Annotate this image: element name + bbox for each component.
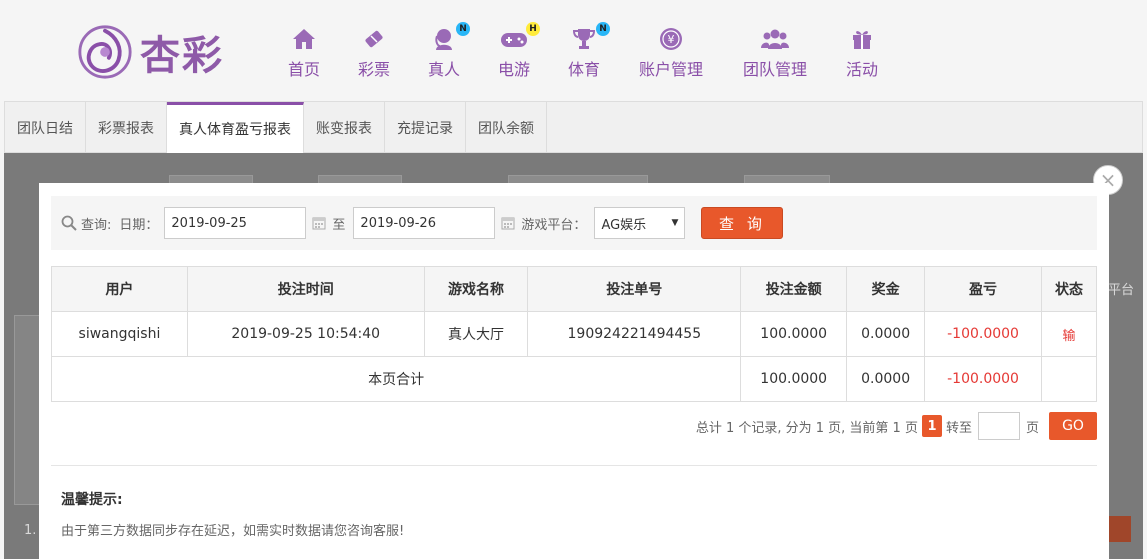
query-label: 查询:: [81, 217, 112, 233]
nav-live-casino[interactable]: N 真人: [410, 22, 478, 80]
tab-team-balance[interactable]: 团队余额: [466, 102, 547, 153]
nav-team[interactable]: 团队管理: [724, 26, 826, 80]
report-modal: 查询: 日期： 至 游戏平台： AG娱乐 ▼ 查 询 用户 投注时间 游戏名称 …: [39, 183, 1109, 559]
bet-records-table: 用户 投注时间 游戏名称 投注单号 投注金额 奖金 盈亏 状态 siwangqi…: [50, 266, 1097, 402]
col-header-bet-time: 投注时间: [186, 266, 425, 312]
divider: [51, 465, 1097, 466]
tab-team-daily[interactable]: 团队日结: [5, 102, 86, 153]
nav-account[interactable]: ¥ 账户管理: [618, 26, 724, 80]
calendar-icon[interactable]: [312, 216, 326, 230]
nav-home[interactable]: 首页: [270, 26, 338, 80]
total-status: [1041, 356, 1097, 402]
start-date-input[interactable]: [164, 207, 307, 239]
platform-select-value: AG娱乐: [601, 217, 647, 233]
current-page-button[interactable]: 1: [921, 415, 942, 437]
logo-emblem-icon: [78, 25, 132, 79]
page-unit-label: 页: [1025, 420, 1039, 436]
pagination: 总计 1 个记录, 分为 1 页, 当前第 1 页 1 转至 页 GO: [696, 412, 1097, 440]
dropdown-arrow-icon: ▼: [671, 218, 679, 228]
table-header-row: 用户 投注时间 游戏名称 投注单号 投注金额 奖金 盈亏 状态: [51, 266, 1097, 312]
bg-go-button: [1109, 516, 1131, 542]
query-button[interactable]: 查 询: [701, 207, 784, 239]
cell-bet-no: 190924221494455: [527, 311, 742, 357]
col-header-user: 用户: [51, 266, 188, 312]
table-row: siwangqishi 2019-09-25 10:54:40 真人大厅 190…: [51, 311, 1097, 357]
cell-profit: -100.0000: [924, 311, 1042, 357]
goto-page-input[interactable]: [977, 412, 1020, 440]
total-label: 本页合计: [50, 356, 742, 402]
col-header-profit: 盈亏: [924, 266, 1042, 312]
total-amount: 100.0000: [740, 356, 848, 402]
nav-sports[interactable]: N 体育: [550, 22, 618, 80]
tab-balance-change[interactable]: 账变报表: [304, 102, 385, 153]
new-badge: N: [596, 22, 610, 36]
table-total-row: 本页合计 100.0000 0.0000 -100.0000: [50, 356, 1097, 402]
bg-table: [14, 315, 42, 505]
tip-title: 温馨提示:: [61, 492, 123, 508]
bg-platform-label: 平台: [1108, 283, 1135, 298]
report-tabs: 团队日结 彩票报表 真人体育盈亏报表 账变报表 充提记录 团队余额: [4, 101, 1143, 153]
calendar-icon[interactable]: [501, 216, 515, 230]
pager-summary: 总计 1 个记录, 分为 1 页, 当前第 1 页: [695, 420, 918, 436]
goto-label: 转至: [945, 420, 972, 436]
nav-lottery[interactable]: 彩票: [338, 26, 410, 80]
trophy-icon: N: [570, 22, 610, 52]
go-button[interactable]: GO: [1049, 412, 1097, 440]
hot-badge: H: [526, 22, 540, 36]
nav-electronic-games[interactable]: H 电游: [478, 22, 550, 80]
date-label: 日期：: [119, 217, 159, 233]
tab-lottery-report[interactable]: 彩票报表: [86, 102, 167, 153]
search-icon: [61, 215, 77, 231]
cell-bet-amount: 100.0000: [740, 311, 848, 357]
platform-select[interactable]: AG娱乐 ▼: [594, 207, 686, 239]
total-bonus: 0.0000: [846, 356, 926, 402]
col-header-status: 状态: [1041, 266, 1097, 312]
live-dealer-icon: N: [430, 22, 470, 52]
col-header-game-name: 游戏名称: [423, 266, 529, 312]
col-header-bet-no: 投注单号: [527, 266, 742, 312]
nav-activities[interactable]: 活动: [826, 26, 898, 80]
col-header-bonus: 奖金: [846, 266, 926, 312]
col-header-bet-amount: 投注金额: [740, 266, 848, 312]
cell-user: siwangqishi: [51, 311, 188, 357]
search-bar: 查询: 日期： 至 游戏平台： AG娱乐 ▼ 查 询: [51, 196, 1097, 250]
end-date-input[interactable]: [353, 207, 496, 239]
yen-coin-icon: ¥: [657, 26, 685, 52]
bg-page-number: 1.: [24, 523, 37, 538]
cell-game-name: 真人大厅: [423, 311, 529, 357]
site-header: 杏彩 首页 彩票 N 真人 H 电游 N 体育 ¥ 账户管理 团队管理 活动: [0, 0, 1147, 100]
tip-text: 由于第三方数据同步存在延迟，如需实时数据请您咨询客服!: [61, 524, 405, 539]
new-badge: N: [456, 22, 470, 36]
tab-live-sports-pnl[interactable]: 真人体育盈亏报表: [167, 102, 304, 153]
main-nav: 首页 彩票 N 真人 H 电游 N 体育 ¥ 账户管理 团队管理 活动: [270, 22, 898, 80]
brand-name: 杏彩: [140, 32, 224, 79]
gift-icon: [848, 26, 876, 52]
total-profit: -100.0000: [924, 356, 1042, 402]
to-label: 至: [332, 217, 346, 233]
brand-logo[interactable]: 杏彩: [76, 22, 236, 82]
svg-text:¥: ¥: [668, 33, 675, 46]
lottery-ticket-icon: [360, 26, 388, 52]
team-icon: [761, 26, 789, 52]
gamepad-icon: H: [500, 22, 540, 52]
cell-status: 输: [1041, 311, 1097, 357]
home-icon: [290, 26, 318, 52]
cell-bonus: 0.0000: [846, 311, 926, 357]
cell-bet-time: 2019-09-25 10:54:40: [186, 311, 425, 357]
platform-label: 游戏平台：: [521, 217, 587, 233]
tab-deposit-withdraw[interactable]: 充提记录: [385, 102, 466, 153]
